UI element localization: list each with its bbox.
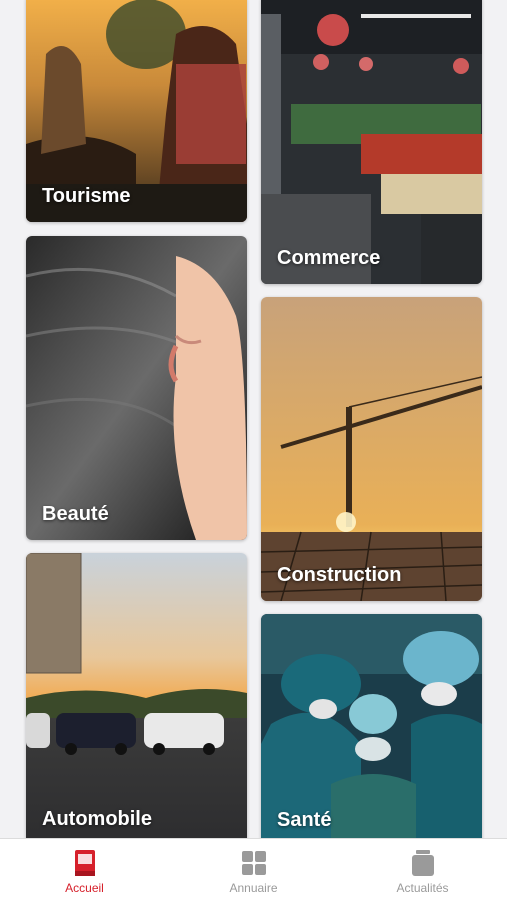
tab-annuaire[interactable]: Annuaire: [169, 839, 338, 901]
news-jar-icon: [411, 850, 434, 876]
commerce-image: [261, 0, 482, 284]
category-label: Construction: [277, 564, 402, 586]
tab-label: Accueil: [65, 881, 104, 895]
sante-image: [261, 614, 482, 838]
category-label: Automobile: [42, 808, 152, 830]
category-card-construction[interactable]: Construction: [261, 297, 482, 601]
tab-label: Annuaire: [229, 881, 278, 895]
category-card-commerce[interactable]: Commerce: [261, 0, 482, 284]
home-book-icon: [74, 850, 95, 876]
grid-icon: [241, 851, 266, 875]
construction-image: [261, 297, 482, 601]
category-label: Commerce: [277, 247, 381, 269]
bottom-tab-bar: Accueil Annuaire Actualités: [0, 838, 507, 901]
tab-label: Actualités: [396, 881, 449, 895]
category-card-tourisme[interactable]: Tourisme: [26, 0, 247, 222]
category-card-beaute[interactable]: Beauté: [26, 236, 247, 540]
category-card-sante[interactable]: Santé: [261, 614, 482, 838]
tab-actualites[interactable]: Actualités: [338, 839, 507, 901]
category-label: Santé: [277, 809, 332, 831]
tab-accueil[interactable]: Accueil: [0, 839, 169, 901]
automobile-image: [26, 553, 247, 838]
category-card-automobile[interactable]: Automobile: [26, 553, 247, 838]
beaute-image: [26, 236, 247, 540]
category-grid: Tourisme Commerce Beauté Construction Au…: [0, 0, 507, 838]
category-label: Beauté: [42, 503, 109, 525]
category-label: Tourisme: [42, 185, 131, 207]
